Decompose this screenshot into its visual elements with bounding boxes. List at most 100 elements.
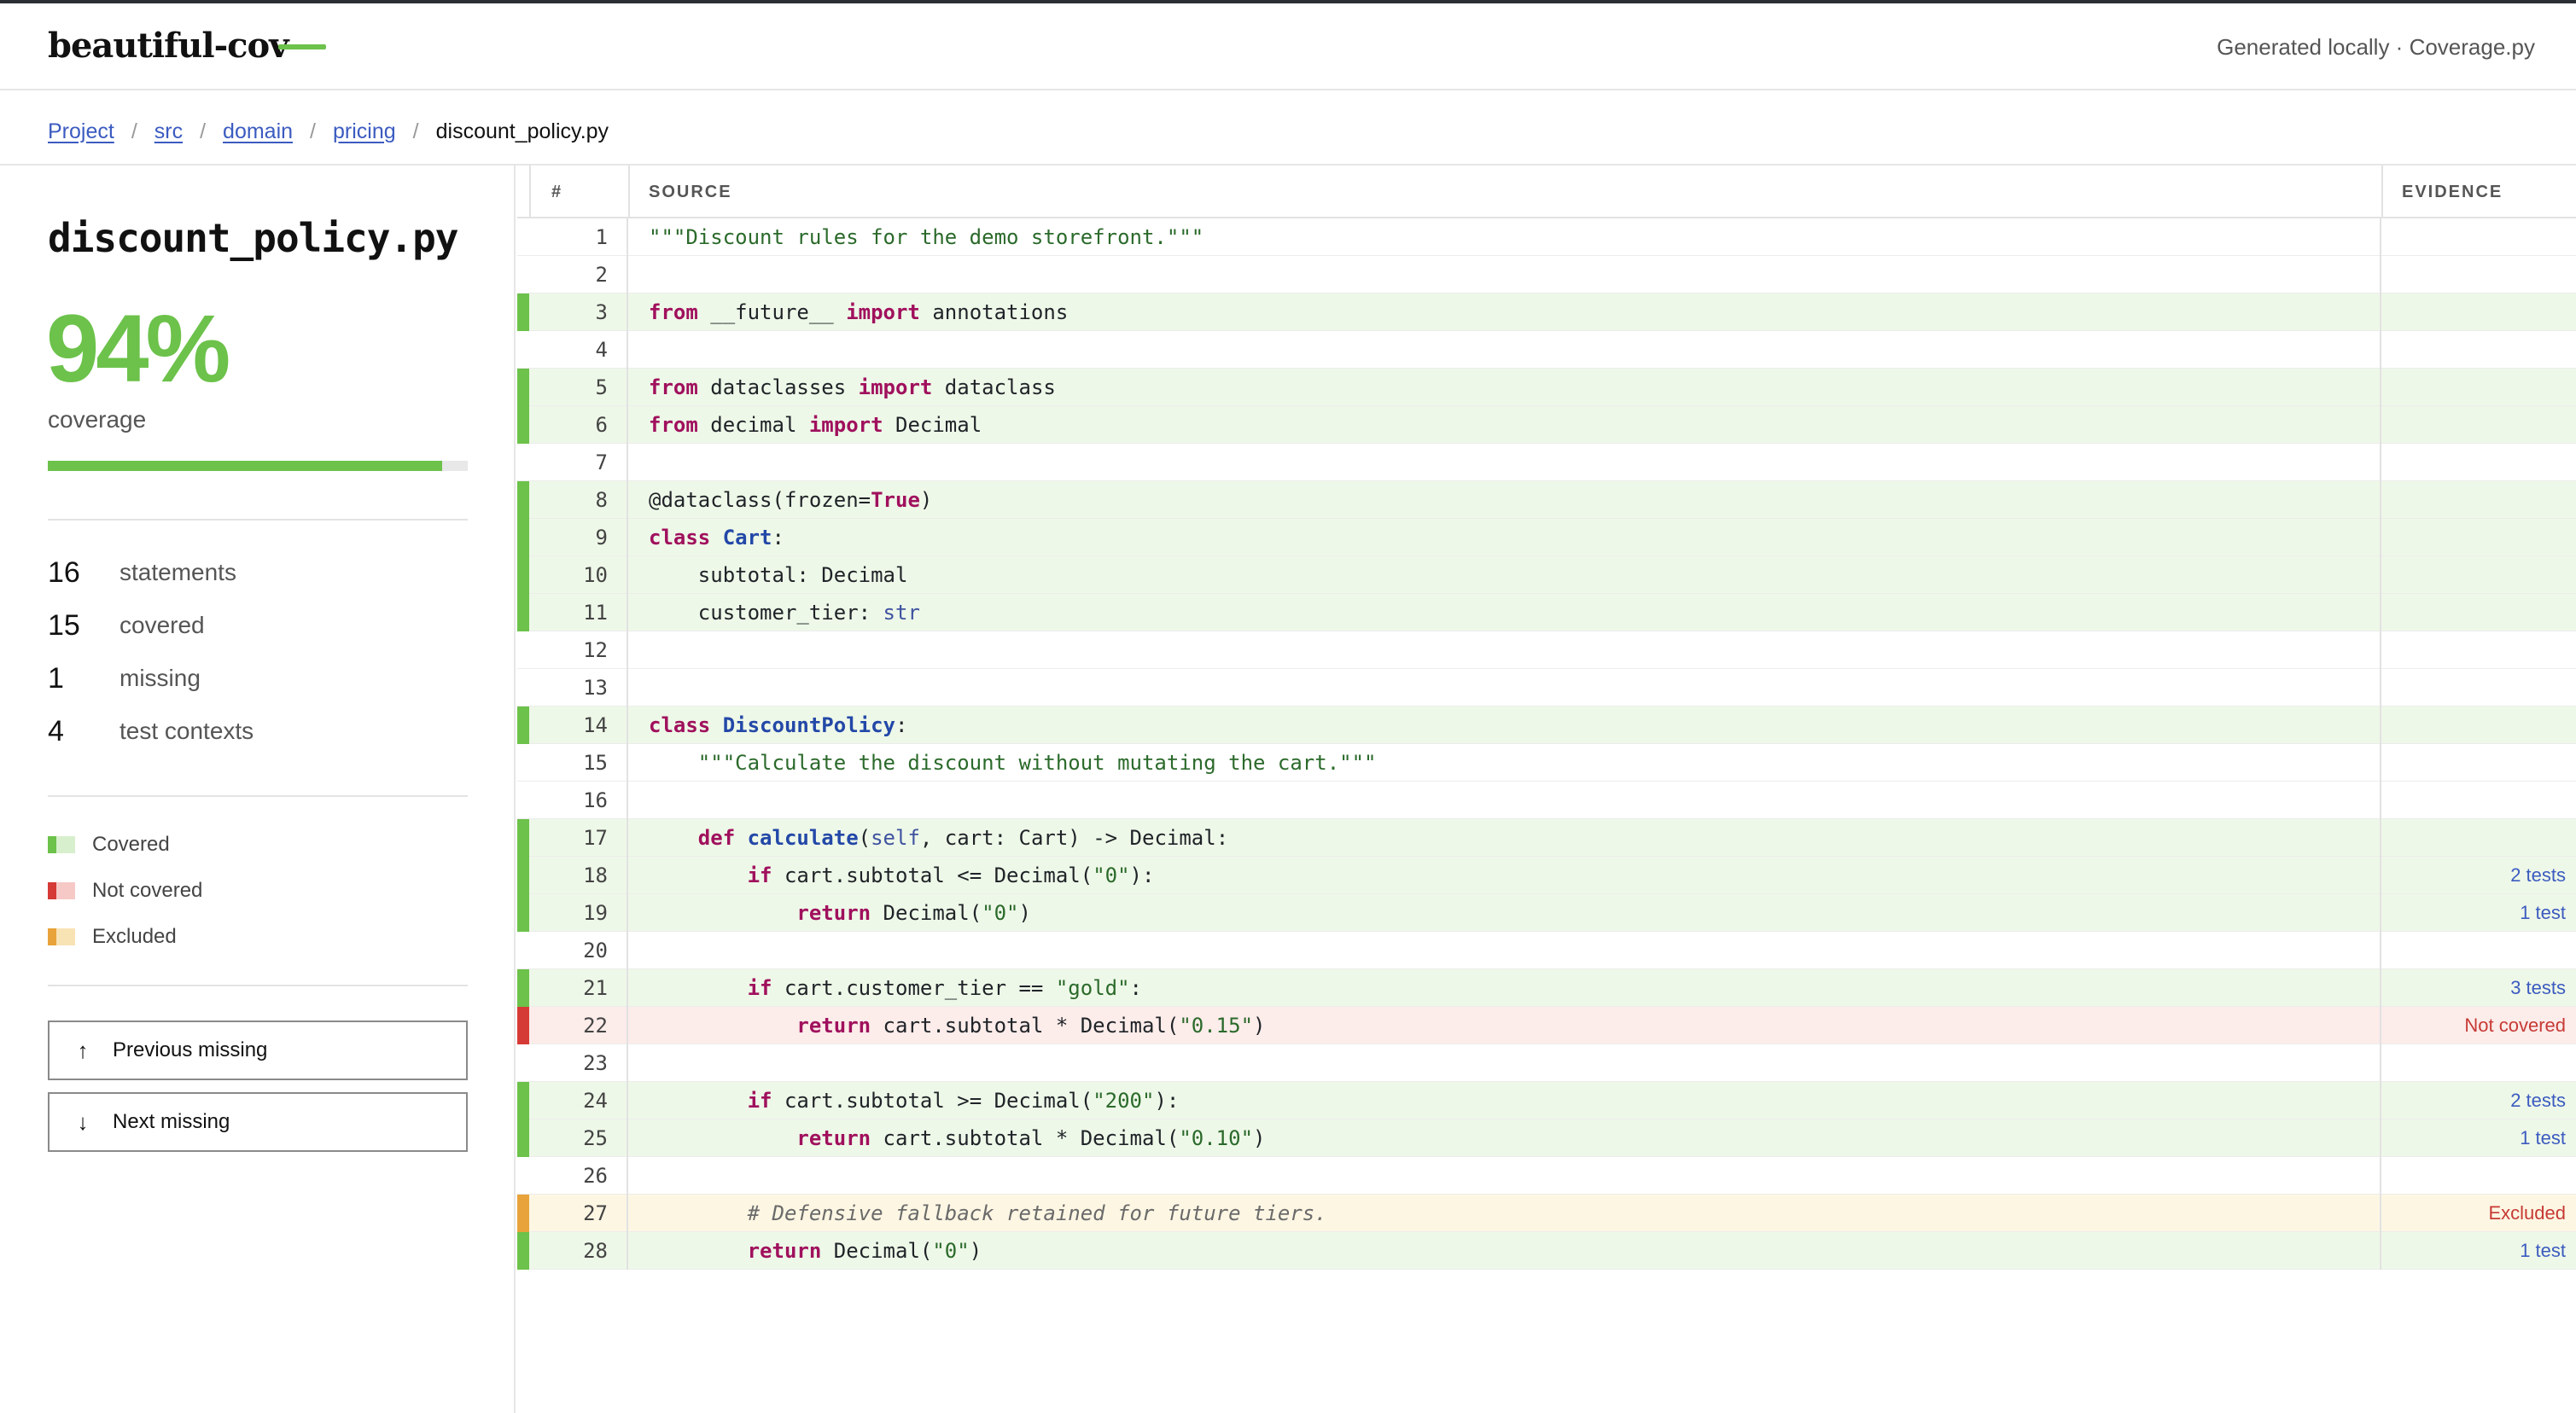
generated-info: Generated locally · Coverage.py (2217, 34, 2535, 60)
evidence-cell[interactable]: Excluded (2383, 1195, 2576, 1232)
coverage-label: coverage (48, 406, 147, 433)
source-line-row[interactable]: 8 @dataclass(frozen=True) (517, 481, 2576, 519)
line-number[interactable]: 2 (529, 256, 628, 294)
code-token: ) (1253, 1126, 1266, 1150)
source-line-row[interactable]: 10 subtotal: Decimal (517, 556, 2576, 594)
source-line-row[interactable]: 17 def calculate(self, cart: Cart) -> De… (517, 819, 2576, 857)
code-token: ) (1018, 901, 1031, 925)
source-line-row[interactable]: 7 (517, 444, 2576, 481)
source-line-row[interactable]: 14 class DiscountPolicy: (517, 706, 2576, 744)
coverage-sidebar: discount_policy.py 94% coverage 16 state… (0, 166, 516, 1413)
stat-number: 4 (48, 714, 64, 747)
coverage-marker (517, 669, 529, 706)
line-number[interactable]: 1 (529, 218, 628, 256)
brand-logo[interactable]: beautiful-cov (48, 26, 288, 66)
source-line-row[interactable]: 19 return Decimal("0") 1 test (517, 894, 2576, 932)
source-line-row[interactable]: 2 (517, 256, 2576, 294)
source-line-row[interactable]: 4 (517, 331, 2576, 369)
line-number[interactable]: 8 (529, 481, 628, 519)
breadcrumb-domain[interactable]: domain (223, 119, 293, 144)
evidence-cell[interactable]: 2 tests (2383, 1082, 2576, 1119)
source-code: customer_tier: str (630, 594, 2381, 631)
source-line-row[interactable]: 15 """Calculate the discount without mut… (517, 744, 2576, 782)
source-line-row[interactable]: 23 (517, 1044, 2576, 1082)
line-number[interactable]: 5 (529, 369, 628, 406)
legend-swatch-part (48, 882, 56, 899)
line-number[interactable]: 7 (529, 444, 628, 481)
source-code: if cart.customer_tier == "gold": (630, 969, 2381, 1007)
source-line-row[interactable]: 24 if cart.subtotal >= Decimal("200"): 2 … (517, 1082, 2576, 1119)
evidence-cell[interactable]: 1 test (2383, 1119, 2576, 1157)
source-line-row[interactable]: 9 class Cart: (517, 519, 2576, 556)
source-line-row[interactable]: 3 from __future__ import annotations (517, 294, 2576, 331)
line-number[interactable]: 16 (529, 782, 628, 819)
line-number[interactable]: 6 (529, 406, 628, 444)
evidence-cell (2383, 331, 2576, 369)
code-token: __future__ (697, 300, 847, 324)
source-code: class DiscountPolicy: (630, 706, 2381, 744)
evidence-cell[interactable]: 2 tests (2383, 857, 2576, 894)
evidence-cell (2383, 782, 2576, 819)
code-token: if (747, 976, 772, 1000)
line-number[interactable]: 17 (529, 819, 628, 857)
line-number[interactable]: 24 (529, 1082, 628, 1119)
source-line-row[interactable]: 22 return cart.subtotal * Decimal("0.15"… (517, 1007, 2576, 1044)
source-line-row[interactable]: 26 (517, 1157, 2576, 1195)
evidence-cell (2383, 519, 2576, 556)
source-line-row[interactable]: 25 return cart.subtotal * Decimal("0.10"… (517, 1119, 2576, 1157)
source-line-row[interactable]: 27 # Defensive fallback retained for fut… (517, 1195, 2576, 1232)
evidence-cell (2383, 932, 2576, 969)
source-line-row[interactable]: 18 if cart.subtotal <= Decimal("0"): 2 te… (517, 857, 2576, 894)
line-number[interactable]: 21 (529, 969, 628, 1007)
line-number[interactable]: 27 (529, 1195, 628, 1232)
source-code (630, 631, 2381, 669)
evidence-cell[interactable]: Not covered (2383, 1007, 2576, 1044)
line-number[interactable]: 10 (529, 556, 628, 594)
evidence-cell[interactable]: 1 test (2383, 1232, 2576, 1270)
breadcrumb-pricing[interactable]: pricing (333, 119, 396, 144)
evidence-cell (2383, 706, 2576, 744)
line-number[interactable]: 15 (529, 744, 628, 782)
source-line-row[interactable]: 28 return Decimal("0") 1 test (517, 1232, 2576, 1270)
line-number[interactable]: 13 (529, 669, 628, 706)
line-number[interactable]: 4 (529, 331, 628, 369)
line-number[interactable]: 14 (529, 706, 628, 744)
source-line-row[interactable]: 11 customer_tier: str (517, 594, 2576, 631)
coverage-marker (517, 782, 529, 819)
breadcrumb-src[interactable]: src (154, 119, 183, 144)
line-number[interactable]: 12 (529, 631, 628, 669)
source-line-row[interactable]: 6 from decimal import Decimal (517, 406, 2576, 444)
evidence-cell[interactable]: 1 test (2383, 894, 2576, 932)
source-line-row[interactable]: 21 if cart.customer_tier == "gold": 3 tes… (517, 969, 2576, 1007)
source-code (630, 256, 2381, 294)
next-missing-button[interactable]: ↓ Next missing (48, 1092, 468, 1152)
source-line-row[interactable]: 5 from dataclasses import dataclass (517, 369, 2576, 406)
source-line-row[interactable]: 13 (517, 669, 2576, 706)
line-number[interactable]: 25 (529, 1119, 628, 1157)
source-line-row[interactable]: 1 """Discount rules for the demo storefro… (517, 218, 2576, 256)
line-number[interactable]: 3 (529, 294, 628, 331)
line-number[interactable]: 19 (529, 894, 628, 932)
source-line-row[interactable]: 20 (517, 932, 2576, 969)
line-number[interactable]: 22 (529, 1007, 628, 1044)
code-token: class (649, 526, 711, 550)
source-line-row[interactable]: 16 (517, 782, 2576, 819)
source-code (630, 932, 2381, 969)
source-code: from decimal import Decimal (630, 406, 2381, 444)
line-number[interactable]: 9 (529, 519, 628, 556)
source-code: @dataclass(frozen=True) (630, 481, 2381, 519)
line-number[interactable]: 23 (529, 1044, 628, 1082)
line-number[interactable]: 20 (529, 932, 628, 969)
breadcrumb-project[interactable]: Project (48, 119, 114, 144)
stat-missing: 1 missing (48, 657, 201, 700)
line-number[interactable]: 11 (529, 594, 628, 631)
line-number[interactable]: 18 (529, 857, 628, 894)
previous-missing-button[interactable]: ↑ Previous missing (48, 1020, 468, 1080)
line-number[interactable]: 26 (529, 1157, 628, 1195)
coverage-marker (517, 857, 529, 894)
evidence-cell[interactable]: 3 tests (2383, 969, 2576, 1007)
source-line-row[interactable]: 12 (517, 631, 2576, 669)
line-number[interactable]: 28 (529, 1232, 628, 1270)
